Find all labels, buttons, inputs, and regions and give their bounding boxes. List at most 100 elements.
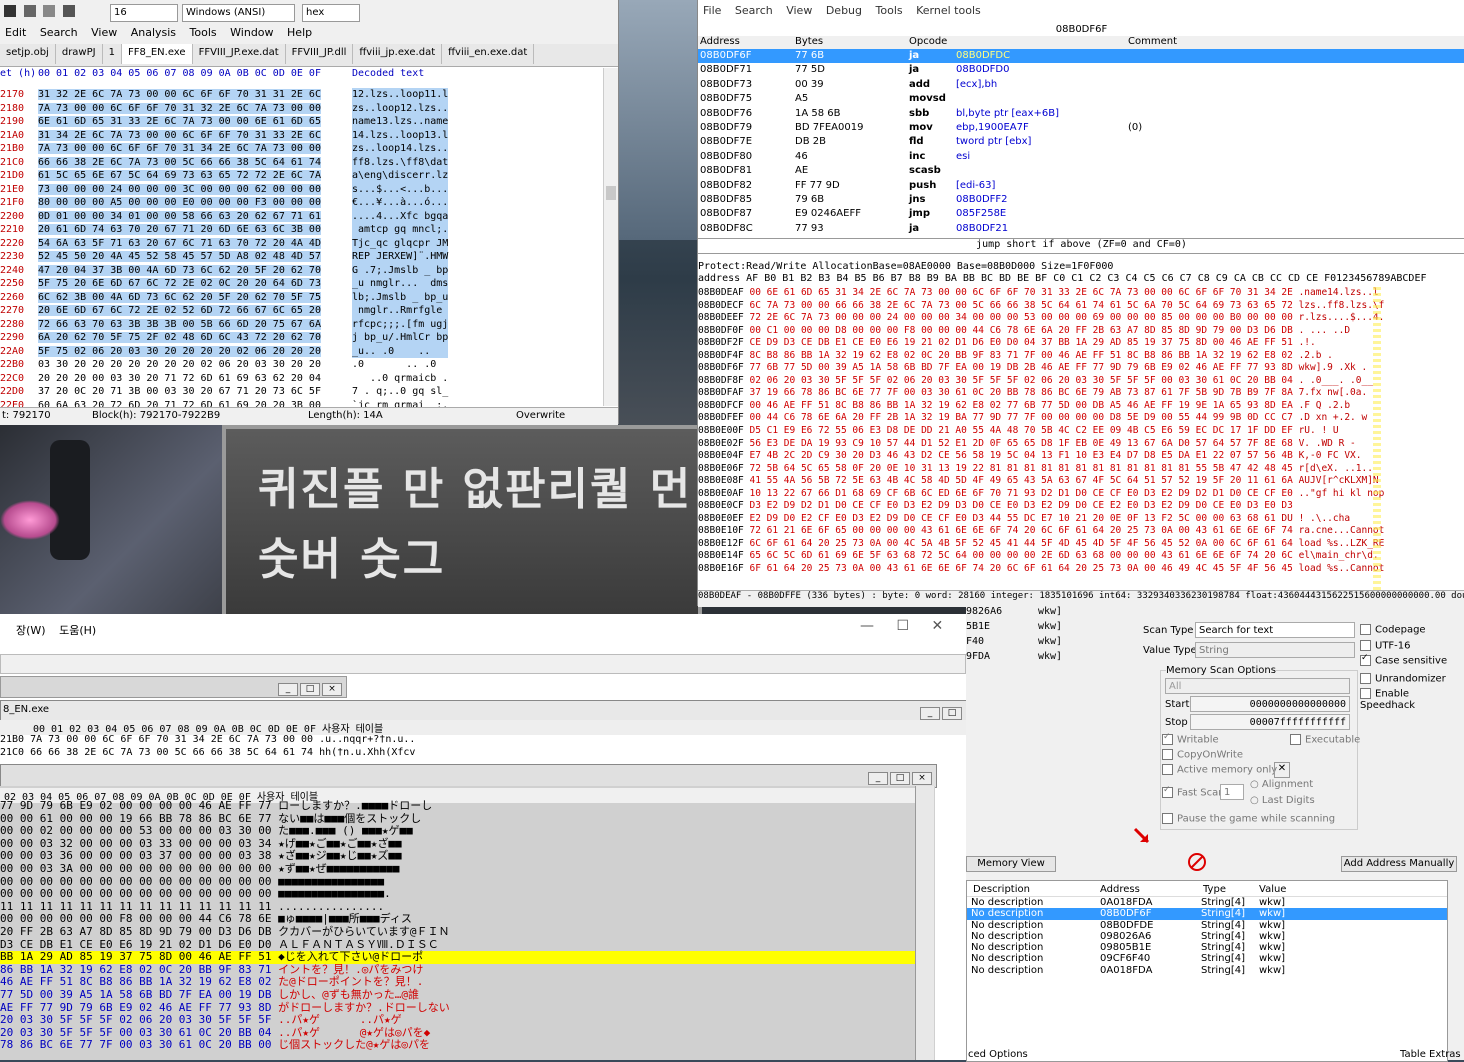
menu-debug[interactable]: Debug <box>826 4 862 17</box>
hex-row[interactable]: 2210 20 61 6D 74 63 70 20 67 71 20 6D 6E … <box>0 223 600 237</box>
cheat-table-row[interactable]: No description 0A018FDA String[4] wkw] <box>967 965 1447 976</box>
add-to-list-arrow-icon[interactable] <box>1132 826 1152 846</box>
cheat-table-row[interactable]: No description 098026A6 String[4] wkw] <box>967 931 1447 942</box>
menu-file[interactable]: File <box>703 4 721 17</box>
save-icon[interactable] <box>4 5 16 17</box>
memory-row[interactable]: 08B0E02F 56 E3 DE DA 19 93 C9 10 57 44 D… <box>698 438 1464 451</box>
col-type[interactable]: Type <box>1203 883 1226 896</box>
mode-select[interactable]: hex <box>302 4 360 22</box>
fast-scan-checkbox[interactable]: Fast Scan <box>1162 785 1225 799</box>
tab-file[interactable]: FFVIII_JP.dll <box>286 44 354 64</box>
disassembly-row[interactable]: 08B0DF75 A5 movsd <box>698 92 1464 106</box>
writable-checkbox[interactable]: Writable <box>1162 732 1219 746</box>
hex-row[interactable]: 2220 54 6A 63 5F 71 63 20 67 6C 71 63 70 … <box>0 236 600 250</box>
found-address-row[interactable]: 9FDA wkw] <box>966 651 1126 666</box>
hex-row[interactable]: 21B0 7A 73 00 00 6C 6F 6F 70 31 34 2E 6C … <box>0 142 600 156</box>
maximize-icon[interactable]: ☐ <box>896 618 909 634</box>
disassembly-row[interactable]: 08B0DF71 77 5D ja 08B0DFD0 <box>698 63 1464 77</box>
menu-help[interactable]: Help <box>287 26 312 39</box>
hex-row[interactable]: 2170 31 32 2E 6C 7A 73 00 00 6C 6F 6F 70 … <box>0 88 600 102</box>
memory-row[interactable]: 08B0DEAF 00 6E 61 6D 65 31 34 2E 6C 7A 7… <box>698 287 1464 300</box>
close-icon[interactable]: × <box>912 772 932 785</box>
disassembly-row[interactable]: 08B0DF8C 77 93 ja 08B0DF21 <box>698 222 1464 236</box>
memory-row[interactable]: 08B0DFCF 00 46 AE FF 51 8C B8 86 BB 1A 3… <box>698 400 1464 413</box>
found-address-row[interactable]: 9826A6 wkw] <box>966 606 1126 621</box>
menu-search[interactable]: Search <box>40 26 78 39</box>
tab-file[interactable]: drawPJ <box>56 44 103 64</box>
jp-scrollbar[interactable] <box>915 786 934 1060</box>
hex-row[interactable]: 22D0 37 20 0C 20 71 3B 00 03 30 20 67 71 … <box>0 385 600 399</box>
hex-row[interactable]: 2190 6E 61 6D 65 31 33 2E 6C 7A 73 00 00 … <box>0 115 600 129</box>
menu-view[interactable]: View <box>786 4 812 17</box>
tab-file-active[interactable]: FF8_EN.exe <box>121 44 193 64</box>
cheat-table-row[interactable]: No description 0A018FDA String[4] wkw] <box>967 897 1447 908</box>
tab-file[interactable]: 1 <box>103 44 122 64</box>
hex-row[interactable]: 21F0 80 00 00 00 A5 00 00 00 E0 00 00 00 … <box>0 196 600 210</box>
menu-view[interactable]: View <box>91 26 117 39</box>
disassembly-row[interactable]: 08B0DF85 79 6B jns 08B0DFF2 <box>698 193 1464 207</box>
menu-search[interactable]: Search <box>735 4 773 17</box>
last-digits-radio[interactable]: ○ Last Digits <box>1250 795 1315 806</box>
hex-row[interactable]: 2260 6C 62 3B 00 4A 6D 73 6C 62 20 5F 20 … <box>0 290 600 304</box>
menu-help[interactable]: 도움(H) <box>59 624 96 637</box>
tab-file[interactable]: FFVIII_JP.exe.dat <box>193 44 286 64</box>
found-address-row[interactable]: 5B1E wkw] <box>966 621 1126 636</box>
memory-row[interactable]: 08B0E14F 65 6C 5C 6D 61 69 6E 5F 63 68 7… <box>698 550 1464 563</box>
jp-row[interactable]: 21C0 66 66 38 2E 6C 7A 73 00 5C 66 66 38… <box>0 746 965 759</box>
paste-icon[interactable] <box>62 5 75 17</box>
speedhack-checkbox[interactable]: Enable Speedhack <box>1360 688 1464 711</box>
hex-scrollbar[interactable] <box>603 68 618 406</box>
stop-address-input[interactable]: 00007fffffffffff <box>1190 714 1350 730</box>
disassembly-row[interactable]: 08B0DF73 00 39 add [ecx],bh <box>698 78 1464 92</box>
disassembly-row[interactable]: 08B0DF7E DB 2B fld tword ptr [ebx] <box>698 135 1464 149</box>
hex-row[interactable]: 2280 72 66 63 70 63 3B 3B 3B 00 5B 66 6D … <box>0 317 600 331</box>
memory-row[interactable]: 08B0DF2F CE D9 D3 CE DB E1 CE E0 E6 19 2… <box>698 337 1464 350</box>
pause-game-checkbox[interactable]: Pause the game while scanning <box>1162 813 1335 825</box>
add-address-manually-button[interactable]: Add Address Manually <box>1341 856 1457 872</box>
hex-row[interactable]: 21A0 31 34 2E 6C 7A 73 00 00 6C 6F 6F 70 … <box>0 128 600 142</box>
col-value[interactable]: Value <box>1259 883 1286 896</box>
disassembly-rows[interactable]: 08B0DF6F 77 6B ja 08B0DFDC 08B0DF71 77 5D ja 08… <box>698 49 1464 236</box>
hex-row[interactable]: 21D0 61 5C 65 6E 67 5C 64 69 73 63 65 72 … <box>0 169 600 183</box>
executable-checkbox[interactable]: Executable <box>1290 734 1360 746</box>
memory-hex-rows[interactable]: 08B0DEAF 00 6E 61 6D 65 31 34 2E 6C 7A 7… <box>698 287 1464 576</box>
copy-icon[interactable] <box>43 5 55 17</box>
memory-row[interactable]: 08B0E0EF E2 D9 D0 E2 CF E0 D3 E2 D9 D0 C… <box>698 513 1464 526</box>
cheat-table-row[interactable]: No description 08B0DF6F String[4] wkw] <box>967 908 1447 920</box>
menu-tools[interactable]: Tools <box>876 4 903 17</box>
hex-row[interactable]: 22B0 03 30 20 20 20 20 20 20 20 02 06 20 … <box>0 358 600 372</box>
hex-row[interactable]: 22A0 5F 75 02 06 20 03 30 20 20 20 20 02 … <box>0 344 600 358</box>
jp-rows-3[interactable]: 77 9D 79 6B E9 02 00 00 00 00 46 AE FF 7… <box>0 799 915 1052</box>
hex-row[interactable]: 22C0 20 20 20 00 03 30 20 71 72 6D 61 69 … <box>0 372 600 386</box>
memory-row[interactable]: 08B0E00F D5 C1 E9 E6 72 55 06 E3 D8 DE D… <box>698 425 1464 438</box>
tab-file[interactable]: ffviii_en.exe.dat <box>442 44 535 64</box>
memory-row[interactable]: 08B0DF0F 00 C1 00 00 00 D8 00 00 00 F8 0… <box>698 325 1464 338</box>
maximize-icon[interactable]: □ <box>300 683 320 696</box>
hex-row[interactable]: 2290 6A 20 62 70 5F 75 2F 02 48 6D 6C 43 … <box>0 331 600 345</box>
hex-row[interactable]: 21C0 66 66 38 2E 6C 7A 73 00 5C 66 66 38 … <box>0 155 600 169</box>
memory-row[interactable]: 08B0DF4F 8C B8 86 BB 1A 32 19 62 E8 02 0… <box>698 350 1464 363</box>
font-size-select[interactable]: 16 <box>110 4 178 22</box>
col-comment[interactable]: Comment <box>1128 36 1177 47</box>
disassembly-row[interactable]: 08B0DF80 46 inc esi <box>698 150 1464 164</box>
restore-icon[interactable]: □ <box>890 772 910 785</box>
hex-row[interactable]: 21E0 73 00 00 00 24 00 00 00 3C 00 00 00 … <box>0 182 600 196</box>
cheat-table-row[interactable]: No description 08B0DFDE String[4] wkw] <box>967 920 1447 931</box>
tab-file[interactable]: setjp.obj <box>0 44 56 64</box>
scan-type-select[interactable]: Search for text <box>1195 622 1355 638</box>
minimize-icon[interactable]: _ <box>868 772 888 785</box>
minimize-icon[interactable]: _ <box>278 683 298 696</box>
case-sensitive-checkbox[interactable]: Case sensitive <box>1360 653 1447 667</box>
hex-rows[interactable]: 2170 31 32 2E 6C 7A 73 00 00 6C 6F 6F 70 … <box>0 88 600 426</box>
minimize-icon[interactable]: _ <box>920 707 940 720</box>
copy-on-write-checkbox[interactable]: CopyOnWrite <box>1162 749 1243 761</box>
active-memory-checkbox[interactable]: Active memory only <box>1162 764 1277 776</box>
memory-row[interactable]: 08B0E0CF D3 E2 D9 D2 D1 D0 CE CF E0 D3 E… <box>698 500 1464 513</box>
jp-row[interactable]: 78 86 BC 6E 77 7F 00 03 30 61 0C 20 BB 0… <box>0 1038 915 1052</box>
menu-tools[interactable]: Tools <box>190 26 217 39</box>
found-address-list[interactable]: 9826A6 wkw] 5B1E wkw] F40 wkw] 9FDA wkw] <box>966 606 1126 666</box>
hex-row[interactable]: 2240 47 20 04 37 3B 00 4A 6D 73 6C 62 20 … <box>0 263 600 277</box>
memory-view-button[interactable]: Memory View <box>966 856 1056 872</box>
jp-rows-2[interactable]: 21B0 7A 73 00 00 6C 6F 6F 70 31 34 2E 6C… <box>0 733 965 759</box>
memory-row[interactable]: 08B0DFAF 37 19 66 78 86 BC 6E 77 7F 00 0… <box>698 387 1464 400</box>
